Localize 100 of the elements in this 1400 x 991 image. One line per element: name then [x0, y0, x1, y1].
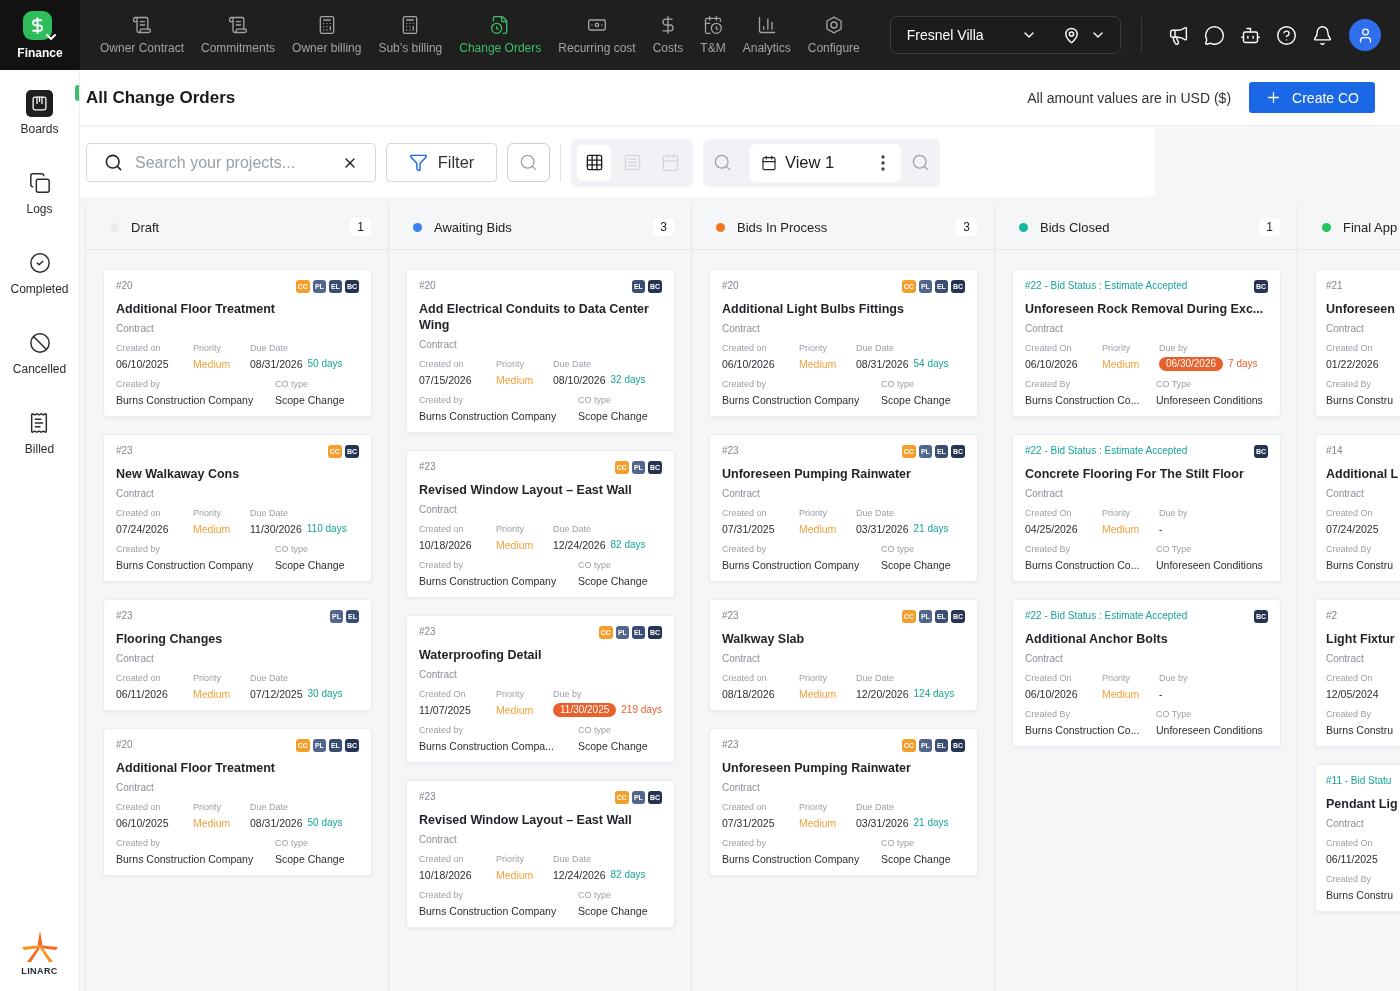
field-label: Priority — [1102, 508, 1130, 519]
created-date: 06/10/2025 — [116, 816, 169, 830]
priority-value: Medium — [496, 538, 534, 552]
days-remaining: 82 days — [610, 868, 646, 882]
field-label: Created On — [1326, 673, 1373, 684]
created-date: 06/10/2026 — [1025, 687, 1078, 701]
change-order-card[interactable] — [1012, 269, 1281, 417]
field-label: Due Date — [553, 524, 592, 535]
handle-icon[interactable] — [75, 85, 79, 101]
due-date: - — [1159, 687, 1163, 701]
nav-tab[interactable]: Recurring cost — [558, 15, 636, 55]
notifications-icon[interactable] — [1312, 24, 1333, 46]
filter-icon — [408, 153, 428, 172]
field-label: Priority — [799, 343, 827, 354]
field-label: Created by — [419, 560, 464, 571]
days-remaining: 30 days — [307, 687, 343, 701]
field-label: Priority — [496, 689, 524, 700]
co-type: Scope Change — [881, 852, 951, 866]
field-label: Due by — [1159, 508, 1188, 519]
field-label: CO Type — [1156, 709, 1192, 720]
view-select[interactable]: View 1 — [750, 143, 901, 182]
sidebar-item[interactable]: Cancelled — [12, 329, 67, 376]
column-count: 3 — [956, 218, 977, 236]
nav-tab[interactable]: Analytics — [742, 15, 791, 55]
field-label: CO type — [578, 560, 611, 571]
megaphone-icon[interactable] — [1168, 24, 1189, 46]
sidebar-item[interactable]: Boards — [20, 89, 59, 136]
field-label: CO type — [881, 379, 914, 390]
calendar-clock-icon — [703, 15, 724, 35]
field-label: Created on — [722, 343, 767, 354]
created-by: Burns Construction Company — [419, 409, 557, 423]
sidebar-item[interactable]: Completed — [10, 249, 69, 296]
module-switcher[interactable]: Finance — [0, 0, 80, 70]
created-date: 10/18/2026 — [419, 538, 472, 552]
priority-value: Medium — [193, 357, 231, 371]
contract-label: Contract — [419, 669, 458, 681]
bid-status-text: #22 - Bid Status : Estimate Accepted — [1025, 445, 1188, 457]
field-label: Due by — [1159, 673, 1188, 684]
column-count: 1 — [1259, 218, 1280, 236]
search-field[interactable]: Search your projects... — [86, 143, 376, 182]
field-label: Created On — [1025, 508, 1072, 519]
change-order-card[interactable]: #11 - Bid Statu Pendant Lig Contract Created On 06/11/2025 Created By Burns Constru — [1315, 764, 1400, 912]
priority-value: Medium — [1102, 522, 1140, 536]
field-label: Priority — [193, 508, 221, 519]
order-number: #20 — [419, 280, 436, 292]
due-date: 06/30/2026 — [1159, 357, 1224, 371]
nav-tab[interactable]: Owner Contract — [100, 15, 185, 55]
field-label: CO type — [275, 838, 308, 849]
priority-value: Medium — [496, 373, 534, 387]
contract-label: Contract — [116, 782, 155, 794]
field-label: Due Date — [250, 673, 289, 684]
field-label: CO type — [881, 544, 914, 555]
nav-tab[interactable]: Configure — [807, 15, 860, 55]
card-title: Additional Anchor Bolts — [1025, 631, 1169, 647]
field-label: CO Type — [1156, 379, 1192, 390]
created-by: Burns Construction Co... — [1025, 723, 1140, 737]
created-date: 08/18/2026 — [722, 687, 775, 701]
nav-tab[interactable]: Change Orders — [459, 15, 542, 55]
create-button[interactable]: Create CO — [1249, 82, 1375, 113]
created-date: 07/15/2026 — [419, 373, 472, 387]
avatar-icon[interactable] — [1349, 19, 1381, 51]
location-pin-icon — [1063, 26, 1080, 44]
due-date: 08/31/2026 — [856, 357, 909, 371]
nav-tab[interactable]: Sub’s billing — [378, 15, 443, 55]
nav-tab[interactable]: Owner billing — [292, 15, 362, 55]
due-date: 12/24/2026 — [553, 538, 606, 552]
field-label: Due Date — [553, 359, 592, 370]
change-order-card[interactable]: #2 Light Fixtur Contract Created On 12/05/2024 Created By Burns Constru — [1315, 599, 1400, 747]
order-number: #2 — [1326, 610, 1338, 622]
days-remaining: 21 days — [913, 816, 949, 830]
change-order-card[interactable]: #14 Additional L Contract Created On 07/24/2025 Created By Burns Constru — [1315, 434, 1400, 582]
filter-button[interactable]: Filter — [386, 143, 497, 182]
nav-tab[interactable]: Costs — [652, 15, 684, 55]
contract-label: Contract — [419, 339, 458, 351]
contract-label: Contract — [722, 653, 761, 665]
co-type: Unforeseen Conditions — [1156, 558, 1263, 572]
field-label: Created on — [722, 508, 767, 519]
card-title: Additional Light Bulbs Fittings — [722, 301, 905, 317]
due-date: 12/24/2026 — [553, 868, 606, 882]
chat-icon[interactable] — [1204, 24, 1225, 46]
view-toggle[interactable] — [577, 144, 611, 181]
field-label: Created by — [419, 890, 464, 901]
co-type: Unforeseen Conditions — [1156, 393, 1263, 407]
nav-tab[interactable]: T&M — [700, 15, 726, 55]
field-label: CO Type — [1156, 544, 1192, 555]
contract-label: Contract — [722, 488, 761, 500]
check-circle-icon — [28, 252, 51, 274]
copy-icon — [28, 172, 51, 194]
help-icon[interactable] — [1276, 24, 1297, 46]
project-select[interactable]: Fresnel Villa — [889, 16, 1121, 54]
sidebar-item[interactable]: Logs — [26, 169, 53, 216]
days-remaining: 110 days — [306, 522, 347, 536]
field-label: Created by — [116, 544, 161, 555]
created-date: 12/05/2024 — [1326, 687, 1379, 701]
sidebar-item[interactable]: Billed — [24, 409, 55, 456]
priority-value: Medium — [799, 687, 837, 701]
change-order-card[interactable]: #21 Unforeseen Contract Created On 01/22/2026 Created By Burns Constru — [1315, 269, 1400, 417]
field-label: Created on — [116, 802, 161, 813]
created-by: Burns Constru — [1326, 393, 1394, 407]
nav-tab[interactable]: Commitments — [201, 15, 276, 55]
